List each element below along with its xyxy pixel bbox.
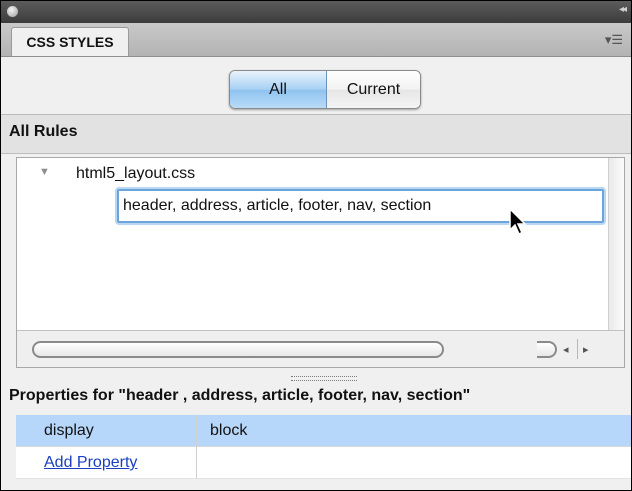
tab-css-styles[interactable]: CSS STYLES	[11, 27, 129, 56]
scroll-right-icon[interactable]: ▸	[583, 343, 589, 356]
rules-tree: ▼ html5_layout.css ◂ ▸	[16, 157, 625, 368]
horizontal-scrollbar[interactable]: ◂ ▸	[17, 330, 624, 367]
mouse-pointer-icon	[509, 208, 527, 236]
view-toggle: All Current	[229, 70, 421, 109]
current-button[interactable]: Current	[327, 71, 420, 108]
vertical-scrollbar[interactable]	[608, 158, 624, 331]
selector-edit-field[interactable]	[117, 189, 604, 223]
property-name[interactable]: display	[44, 422, 94, 440]
column-divider	[196, 447, 197, 479]
all-rules-header: All Rules	[1, 114, 631, 154]
add-property-row: Add Property	[16, 447, 631, 479]
resize-grip[interactable]	[291, 376, 357, 381]
tab-strip: CSS STYLES ▾☰	[1, 23, 631, 57]
column-divider	[196, 415, 197, 447]
scroll-track-end	[537, 341, 557, 358]
scroll-thumb[interactable]	[32, 341, 444, 358]
css-styles-panel: ◂◂ CSS STYLES ▾☰ All Current All Rules ▼…	[0, 0, 632, 491]
disclosure-triangle-icon[interactable]: ▼	[39, 166, 50, 178]
stylesheet-item[interactable]: html5_layout.css	[76, 165, 195, 183]
properties-title: Properties for "header , address, articl…	[9, 387, 471, 404]
scroll-left-icon[interactable]: ◂	[563, 343, 569, 356]
all-button[interactable]: All	[230, 71, 327, 108]
close-icon[interactable]	[7, 6, 18, 17]
add-property-link[interactable]: Add Property	[44, 454, 137, 472]
property-value[interactable]: block	[210, 422, 247, 440]
collapse-icon[interactable]: ◂◂	[619, 4, 627, 15]
property-row-display[interactable]: display block	[16, 415, 631, 447]
panel-titlebar: ◂◂	[1, 1, 631, 23]
scroll-arrow-divider	[577, 339, 578, 359]
panel-menu-icon[interactable]: ▾☰	[605, 32, 623, 48]
all-rules-label: All Rules	[9, 123, 78, 140]
